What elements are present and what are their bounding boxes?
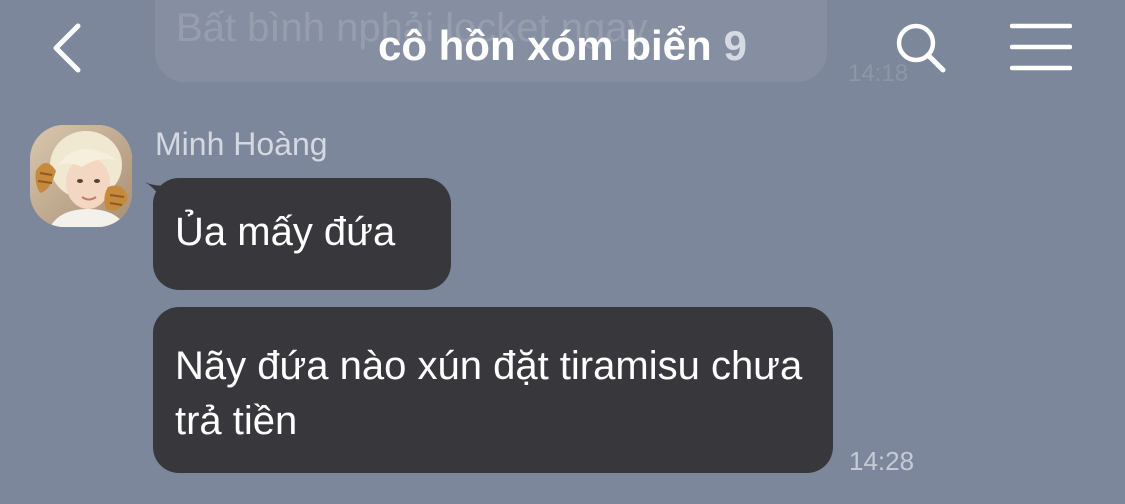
hamburger-menu-icon xyxy=(1009,23,1073,71)
message-text: Nãy đứa nào xún đặt tiramisu chưa trả ti… xyxy=(175,344,803,443)
chat-header: cô hồn xóm biển 9 xyxy=(0,0,1125,96)
member-count: 9 xyxy=(723,22,748,69)
sender-name: Minh Hoàng xyxy=(155,126,328,162)
chat-title: cô hồn xóm biển 9 xyxy=(0,22,1125,70)
sender-avatar[interactable] xyxy=(30,125,132,227)
message-time: 14:28 xyxy=(849,446,915,476)
chat-screen: Bất bình nphải locket ngay 14:18 cô hồn … xyxy=(0,0,1125,504)
message-text: Ủa mấy đứa xyxy=(175,210,396,254)
search-button[interactable] xyxy=(893,20,949,76)
message-bubble[interactable]: Ủa mấy đứa xyxy=(153,178,451,290)
menu-button[interactable] xyxy=(1009,22,1073,72)
chat-title-name: cô hồn xóm biển xyxy=(377,22,712,69)
user-avatar xyxy=(30,125,132,227)
message-bubble[interactable]: Nãy đứa nào xún đặt tiramisu chưa trả ti… xyxy=(153,307,833,473)
search-icon xyxy=(896,23,946,73)
